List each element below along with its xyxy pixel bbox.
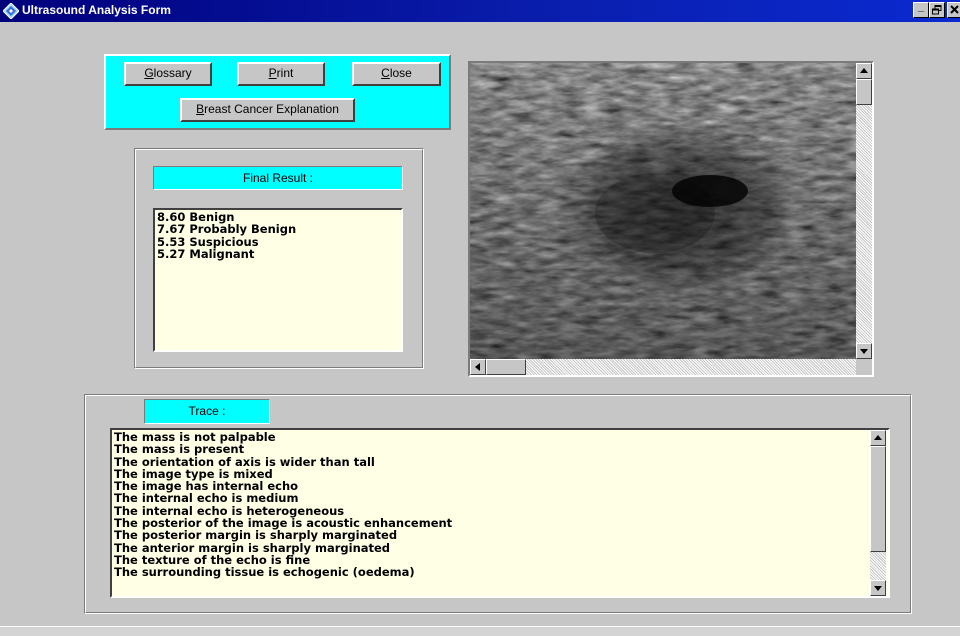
image-scroll-left-button[interactable] xyxy=(470,359,486,375)
ultrasound-analysis-window: Ultrasound Analysis Form _ Glossary Prin… xyxy=(0,0,960,636)
glossary-button[interactable]: Glossary xyxy=(124,62,212,86)
trace-item[interactable]: The surrounding tissue is echogenic (oed… xyxy=(112,566,888,579)
explanation-mnemonic: B xyxy=(196,102,205,116)
restore-icon xyxy=(932,5,942,15)
breast-cancer-explanation-button[interactable]: Breast Cancer Explanation xyxy=(180,98,355,122)
arrow-up-icon xyxy=(860,68,868,73)
print-button[interactable]: Print xyxy=(237,62,325,86)
trace-vertical-thumb[interactable] xyxy=(870,446,886,552)
image-scroll-up-button[interactable] xyxy=(856,63,872,79)
trace-listbox[interactable]: The mass is not palpable The mass is pre… xyxy=(110,428,890,598)
arrow-up-icon xyxy=(874,435,882,440)
trace-label: Trace : xyxy=(144,399,270,424)
minimize-button[interactable]: _ xyxy=(913,1,929,18)
trace-scroll-down-button[interactable] xyxy=(870,580,886,596)
final-result-listbox[interactable]: 8.60 Benign 7.67 Probably Benign 5.53 Su… xyxy=(153,208,403,352)
trace-scroll-up-button[interactable] xyxy=(870,430,886,446)
image-scroll-down-button[interactable] xyxy=(856,343,872,359)
print-label: rint xyxy=(276,66,294,80)
restore-button[interactable] xyxy=(929,2,945,18)
explanation-label: reast Cancer Explanation xyxy=(204,102,339,116)
close-icon xyxy=(949,5,959,14)
image-vertical-thumb[interactable] xyxy=(856,79,872,105)
ultrasound-image xyxy=(470,63,856,359)
trace-item[interactable]: The posterior margin is sharply marginat… xyxy=(112,529,888,542)
close-window-button[interactable] xyxy=(947,2,960,18)
image-horizontal-scrollbar[interactable] xyxy=(470,359,856,375)
app-diamond-icon xyxy=(3,3,19,19)
title-bar[interactable]: Ultrasound Analysis Form _ xyxy=(0,0,960,22)
arrow-left-icon xyxy=(475,363,480,371)
window-title: Ultrasound Analysis Form xyxy=(22,3,171,17)
minimize-icon: _ xyxy=(917,1,925,13)
result-item[interactable]: 7.67 Probably Benign xyxy=(155,223,401,236)
close-mnemonic: C xyxy=(381,66,390,80)
trace-item[interactable]: The mass is present xyxy=(112,443,888,456)
trace-item[interactable]: The internal echo is medium xyxy=(112,492,888,505)
image-vertical-scrollbar[interactable] xyxy=(856,63,872,359)
scrollbar-corner xyxy=(856,359,872,375)
final-result-label: Final Result : xyxy=(153,166,403,190)
status-strip xyxy=(0,626,960,636)
result-item[interactable]: 5.27 Malignant xyxy=(155,248,401,261)
glossary-label: lossary xyxy=(153,66,192,80)
close-button[interactable]: Close xyxy=(352,62,441,86)
image-horizontal-thumb[interactable] xyxy=(486,359,526,375)
arrow-down-icon xyxy=(860,349,868,354)
print-mnemonic: P xyxy=(268,66,277,80)
glossary-mnemonic: G xyxy=(144,66,154,80)
arrow-down-icon xyxy=(874,586,882,591)
close-label: lose xyxy=(389,66,412,80)
